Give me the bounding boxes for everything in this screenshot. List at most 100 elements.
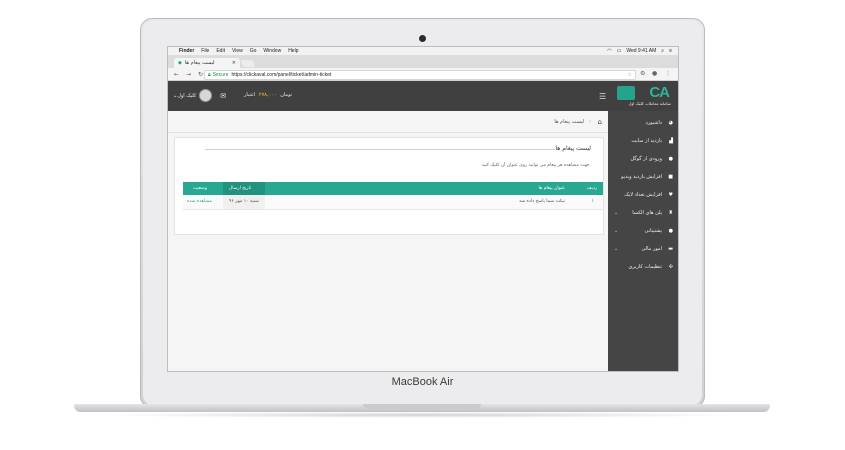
user-menu[interactable]: ⌄ کلیک اول ✉: [173, 89, 226, 102]
alexa-icon: ♜: [668, 210, 673, 216]
extension-icon[interactable]: ⚙: [640, 70, 645, 77]
menu-finder[interactable]: Finder: [179, 48, 194, 54]
forward-icon[interactable]: →: [185, 71, 192, 78]
menu-help[interactable]: Help: [288, 48, 298, 54]
logo-subtitle: سامانه معاملات کلیک اول: [628, 101, 671, 106]
secure-label: Secure: [212, 72, 229, 78]
device-brand-label: MacBook Air: [391, 376, 454, 388]
cell-title[interactable]: تیکت شما پاسخ داده شد: [519, 199, 565, 204]
table-header: ردیف عنوان پیغام ها تاریخ ارسال وضعیت: [183, 182, 603, 195]
google-icon: ●: [668, 156, 673, 162]
header-date: تاریخ ارسال: [229, 186, 252, 191]
credit-display: تومان ۲۷۸,۰۰۰ اعتبار: [244, 92, 292, 98]
credit-unit: تومان: [280, 92, 293, 98]
sidebar-item-video[interactable]: ■ افزایش بازدید ویدیو: [608, 169, 678, 185]
new-tab-button[interactable]: [240, 60, 256, 67]
cell-row: ۱: [591, 199, 594, 204]
credit-label: اعتبار: [244, 92, 256, 98]
home-icon[interactable]: ⌂: [598, 118, 602, 126]
screen: Finder File Edit View Go Window Help ◠ ▭…: [167, 46, 679, 372]
header-status: وضعیت: [193, 186, 207, 191]
chat-icon: ●: [668, 228, 673, 234]
wifi-icon[interactable]: ◠: [607, 48, 611, 54]
table-row[interactable]: ۱ تیکت شما پاسخ داده شد شنبه ۱۰ مهر ۹۶ م…: [183, 195, 603, 210]
breadcrumb-separator-icon: ›: [589, 119, 591, 125]
browser-toolbar: ← → ↻ 🔒︎ Secure https://clickaval.com/pa…: [168, 68, 678, 81]
cell-date: شنبه ۱۰ مهر ۹۶: [229, 199, 259, 204]
menu-go[interactable]: Go: [250, 48, 257, 54]
lock-icon: 🔒︎: [208, 72, 211, 78]
mac-menubar: Finder File Edit View Go Window Help ◠ ▭…: [168, 47, 678, 56]
sidebar-item-finance[interactable]: ▬ امور مالی ⌄: [608, 241, 678, 257]
sidebar-item-alexa[interactable]: ♜ پلن های الکسا ⌄: [608, 205, 678, 221]
sidebar-item-support[interactable]: ● پشتیبانی ⌄: [608, 223, 678, 239]
battery-icon[interactable]: ▭: [617, 48, 622, 54]
heart-icon: ♥: [668, 192, 673, 198]
sidebar-item-label: بازدید از سایت: [631, 138, 662, 144]
sidebar-item-settings[interactable]: ✣ تنظیمات کاربری: [608, 259, 678, 275]
header-row: ردیف: [586, 186, 597, 191]
sidebar-item-google[interactable]: ● ورودی از گوگل: [608, 151, 678, 167]
video-icon: ■: [668, 174, 673, 180]
reload-icon[interactable]: ↻: [197, 71, 204, 78]
chart-icon: ▟: [669, 138, 673, 144]
close-tab-icon[interactable]: ×: [232, 60, 236, 66]
sidebar-item-label: داشبورد: [645, 120, 662, 126]
menu-edit[interactable]: Edit: [216, 48, 225, 54]
sidebar-item-label: پلن های الکسا: [632, 210, 662, 216]
tab-title: لیست پیغام ها: [184, 60, 215, 66]
dashboard-icon: ◕: [668, 120, 673, 126]
settings-icon: ✣: [668, 264, 673, 270]
sidebar-item-label: پشتیبانی: [644, 228, 662, 234]
logo-text: CA: [649, 84, 670, 101]
panel-hint: جهت مشاهده هر پیغام می توانید روی عنوان …: [481, 163, 591, 168]
menu-window[interactable]: Window: [263, 48, 281, 54]
bookmark-star-icon[interactable]: ☆: [628, 72, 632, 78]
sidebar-item-label: افزایش بازدید ویدیو: [621, 174, 662, 180]
credit-amount: ۲۷۸,۰۰۰: [258, 92, 277, 98]
sidebar-item-label: تنظیمات کاربری: [628, 264, 662, 270]
finance-icon: ▬: [668, 246, 673, 252]
mail-icon[interactable]: ✉: [220, 92, 226, 100]
laptop-shadow: [90, 412, 754, 418]
browser-tabstrip: ◆ لیست پیغام ها ×: [168, 56, 678, 68]
browser-tab[interactable]: ◆ لیست پیغام ها ×: [174, 58, 240, 68]
avatar[interactable]: [199, 89, 213, 102]
hamburger-menu-icon[interactable]: ☰: [599, 92, 606, 101]
cell-status[interactable]: مشاهده شده: [187, 199, 212, 204]
breadcrumb-current: لیست پیغام ها: [554, 119, 584, 125]
favicon-icon: ◆: [178, 60, 182, 66]
chevron-down-icon: ⌄: [614, 246, 619, 252]
panel-title: لیست پیغام ها: [555, 145, 591, 152]
header-title: عنوان پیغام ها: [538, 186, 565, 191]
logo-mark-icon: [617, 86, 635, 100]
list-icon[interactable]: ≡: [669, 48, 672, 54]
menu-view[interactable]: View: [232, 48, 243, 54]
search-icon[interactable]: ⌕: [661, 48, 664, 54]
menubar-status: ◠ ▭ Wed 9:41 AM ⌕ ≡: [607, 48, 672, 54]
sidebar-item-label: افزایش تعداد لایک: [624, 192, 662, 198]
menu-file[interactable]: File: [201, 48, 209, 54]
sidebar-item-dashboard[interactable]: ◕ داشبورد: [608, 115, 678, 131]
title-divider: [205, 149, 555, 150]
address-bar[interactable]: 🔒︎ Secure https://clickaval.com/panel/ti…: [204, 70, 636, 80]
main-content: ⌂ › لیست پیغام ها لیست پیغام ها جهت مشاه…: [168, 111, 608, 371]
sidebar-item-likes[interactable]: ♥ افزایش تعداد لایک: [608, 187, 678, 203]
menubar-clock[interactable]: Wed 9:41 AM: [626, 48, 656, 54]
profile-icon[interactable]: ●: [652, 70, 657, 77]
back-icon[interactable]: ←: [173, 71, 180, 78]
more-menu-icon[interactable]: ⋮: [665, 70, 671, 77]
chevron-down-icon: ⌄: [614, 210, 619, 216]
tickets-panel: لیست پیغام ها جهت مشاهده هر پیغام می توا…: [174, 137, 604, 235]
sidebar-item-label: ورودی از گوگل: [630, 156, 663, 162]
site-logo[interactable]: CA سامانه معاملات کلیک اول: [611, 84, 673, 108]
url-text: https://clickaval.com/panel/ticket/admin…: [231, 72, 332, 78]
sidebar-item-site-visits[interactable]: ▟ بازدید از سایت: [608, 133, 678, 149]
webcam: [419, 35, 426, 42]
chevron-down-icon: ⌄: [614, 228, 619, 234]
breadcrumb: ⌂ › لیست پیغام ها: [168, 118, 608, 128]
laptop-notch: [363, 404, 481, 409]
sidebar: ◕ داشبورد ▟ بازدید از سایت ● ورودی از گو…: [608, 111, 678, 371]
tickets-table: ردیف عنوان پیغام ها تاریخ ارسال وضعیت ۱ …: [183, 182, 603, 210]
sidebar-item-label: امور مالی: [641, 246, 662, 252]
